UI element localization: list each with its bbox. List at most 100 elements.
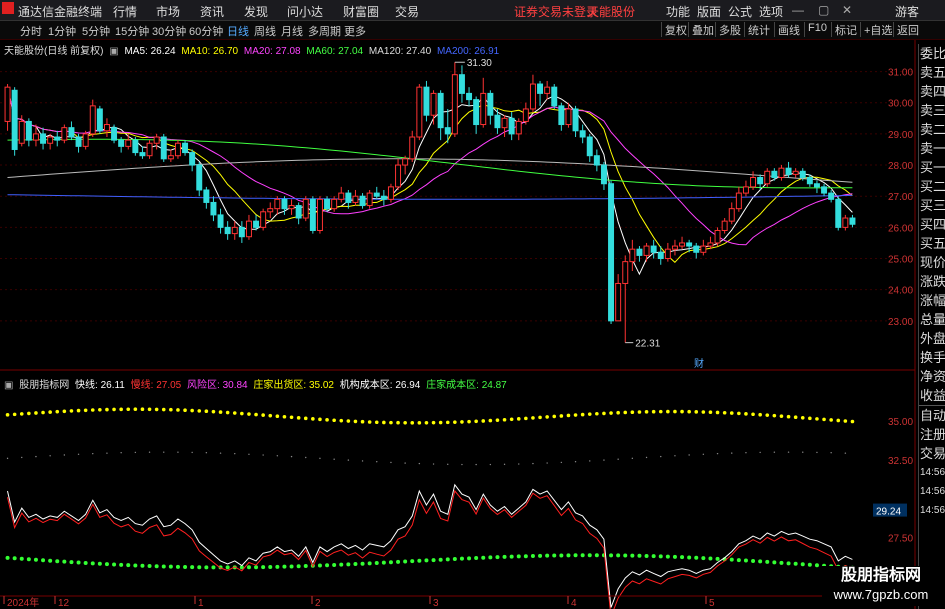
candle-body: [203, 189, 210, 203]
dealer-cost-dot: [154, 564, 159, 569]
candle-body: [387, 186, 394, 200]
collapse-icon[interactable]: ▣: [109, 46, 118, 57]
risk-zone-dot: [716, 452, 719, 455]
side-label: 卖二: [920, 122, 945, 137]
dealer-exit-dot: [701, 410, 706, 414]
indicator-header: ▣ 股朋指标网 快线: 26.11 慢线: 27.05 风险区: 30.84 庄…: [4, 376, 510, 391]
dealer-exit-dot: [836, 418, 841, 423]
candle-body: [785, 167, 792, 175]
dealer-exit-dot: [112, 407, 116, 412]
dealer-exit-dot: [410, 421, 415, 425]
candle-body: [444, 127, 451, 135]
price-axis-label: 26.00: [888, 223, 913, 234]
dealer-exit-dot: [27, 411, 31, 416]
trade-button[interactable]: 交易: [919, 444, 945, 463]
dealer-cost-dot: [76, 560, 81, 565]
candle-body: [47, 136, 54, 144]
dealer-exit-dot: [289, 415, 294, 420]
dealer-exit-dot: [353, 419, 358, 424]
dealer-exit-dot: [474, 419, 478, 424]
dealer-exit-dot: [133, 407, 138, 412]
indicator-name: 股朋指标网: [19, 380, 70, 391]
slow-line: [7, 489, 853, 609]
side-label: 买二: [920, 179, 945, 194]
candle-body: [551, 86, 558, 107]
moving-average-lines: [7, 87, 853, 276]
risk-zone-dot: [773, 451, 776, 453]
side-label: 涨幅: [920, 293, 945, 308]
price-axis-label: 29.00: [888, 130, 913, 141]
institution-cost-label: 机构成本区: 26.94: [339, 380, 421, 391]
candle-body: [501, 117, 508, 129]
side-label: 卖四: [920, 84, 945, 99]
dealer-cost-dot: [140, 563, 145, 568]
dealer-exit-dot: [488, 418, 493, 423]
dealer-exit-dot: [531, 416, 535, 420]
candle-body: [821, 186, 828, 194]
dealer-cost-dot: [658, 554, 663, 559]
candle-body: [771, 170, 778, 179]
risk-zone-dot: [148, 451, 151, 453]
dealer-cost-dot: [204, 565, 209, 570]
indicator-collapse-icon[interactable]: ▣: [4, 380, 13, 391]
candle-body: [359, 195, 366, 207]
dealer-cost-dot: [516, 554, 521, 559]
dealer-exit-dot: [5, 413, 10, 417]
risk-zone-dot: [418, 462, 421, 465]
dealer-cost-dot: [644, 553, 649, 558]
dealer-exit-dot: [850, 419, 855, 424]
dealer-exit-dot: [374, 420, 379, 425]
dealer-exit-dot: [34, 411, 38, 415]
dealer-cost-dot: [26, 557, 31, 562]
kline-chart[interactable]: 31.00 30.00 29.00 28.00 27.00 26.00 25.00 24.00…: [0, 0, 945, 609]
ma20-label: MA20: 27.08: [243, 46, 301, 57]
dealer-exit-dot: [460, 420, 464, 424]
risk-zone-dot: [191, 451, 193, 454]
register-button[interactable]: 注册: [919, 425, 945, 444]
risk-zone-dot: [617, 458, 619, 460]
dealer-cost-dot: [396, 559, 401, 564]
candle-body: [139, 152, 146, 157]
price-axis-label: 25.00: [888, 255, 913, 266]
main-chart-header: 天能股份(日线 前复权) ▣ MA5: 26.24 MA10: 26.70 MA…: [4, 42, 502, 57]
auto-button[interactable]: 自动: [919, 405, 945, 425]
risk-zone-dot: [290, 455, 293, 458]
risk-zone-dot: [347, 459, 350, 461]
side-label: 净资: [920, 369, 945, 384]
risk-zone-dot: [830, 452, 832, 454]
dealer-exit-dot: [843, 419, 848, 423]
dealer-exit-dot: [19, 412, 24, 416]
dealer-exit-dot: [76, 408, 81, 413]
dealer-cost-dot: [296, 564, 301, 569]
dealer-exit-dot: [417, 421, 422, 425]
risk-zone-dot: [234, 452, 236, 455]
candle-body: [18, 120, 25, 144]
candle-body: [586, 136, 593, 157]
candle-body: [764, 170, 771, 185]
candle-body: [352, 195, 359, 203]
dealer-cost-dot: [481, 555, 486, 560]
dealer-exit-dot: [311, 417, 315, 421]
dealer-cost-dot: [133, 563, 138, 568]
price-axis-label: 24.00: [888, 286, 913, 297]
dealer-exit-dot: [204, 409, 209, 414]
dealer-exit-dot: [41, 410, 45, 415]
candle-body: [345, 192, 352, 203]
dealer-exit-dot: [161, 407, 166, 412]
risk-zone-dot: [361, 460, 364, 462]
side-label: 换手: [920, 350, 945, 365]
candle-body: [68, 127, 75, 138]
candle-body: [4, 86, 11, 122]
price-axis-label: 28.00: [888, 161, 913, 172]
dealer-exit-dot: [729, 411, 734, 415]
candle-body: [714, 229, 721, 244]
candle-body: [111, 127, 118, 141]
dealer-exit-dot: [247, 412, 251, 416]
candle-body: [636, 248, 643, 256]
risk-zone-dot: [574, 461, 577, 463]
candle-body: [608, 183, 615, 322]
candle-body: [529, 83, 536, 110]
candle-body: [537, 83, 544, 94]
dealer-cost-dot: [41, 558, 46, 563]
candle-body: [25, 120, 32, 141]
